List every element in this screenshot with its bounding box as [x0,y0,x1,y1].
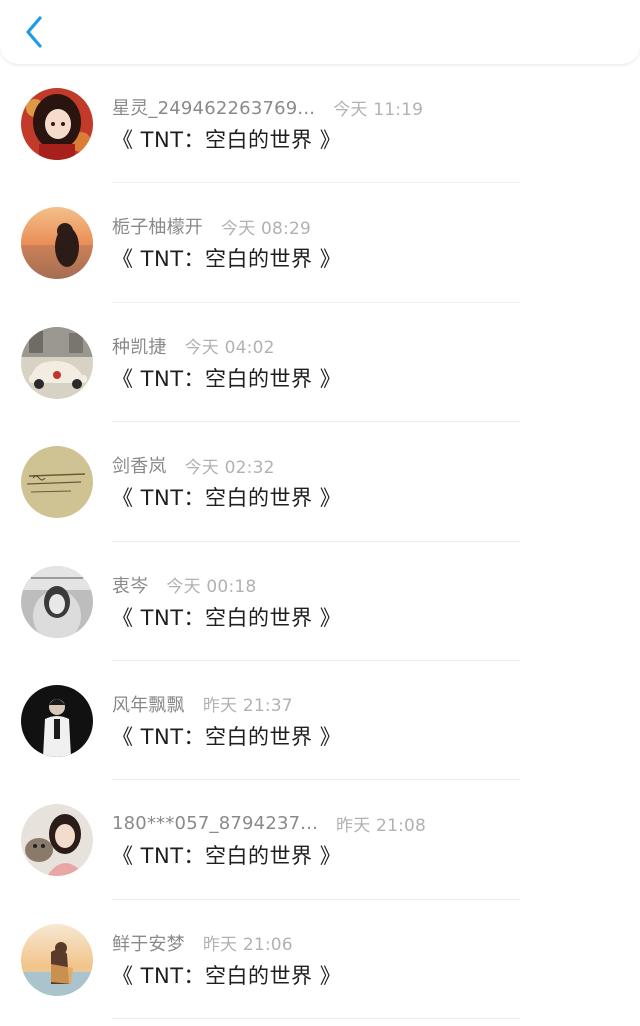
timestamp: 今天 02:32 [184,457,275,478]
timestamp: 昨天 21:37 [202,696,293,717]
name-row: 鲜于安梦 昨天 21:06 [112,930,293,956]
top-bar [0,0,640,64]
item-title: 《 TNT：空白的世界 》 [112,844,342,869]
name-row: 栀子柚檬开 今天 08:29 [112,213,311,239]
list-item[interactable]: 180***057_8794237... 昨天 21:08 《 TNT：空白的世… [0,780,640,900]
back-button[interactable] [14,10,54,54]
list-item[interactable]: 风年飘飘 昨天 21:37 《 TNT：空白的世界 》 [0,661,640,781]
user-name[interactable]: 种凯捷 [112,333,167,359]
user-list: 星灵_249462263769... 今天 11:19 《 TNT：空白的世界 … [0,64,640,1020]
timestamp: 今天 04:02 [184,338,275,359]
comment-list-page: 星灵_249462263769... 今天 11:19 《 TNT：空白的世界 … [0,0,640,1026]
avatar[interactable] [21,923,93,996]
user-name[interactable]: 180***057_8794237... [112,813,318,834]
timestamp: 今天 08:29 [221,218,311,239]
timestamp: 今天 00:18 [166,577,257,598]
avatar[interactable] [21,565,93,638]
name-row: 风年飘飘 昨天 21:37 [112,691,293,717]
avatar[interactable] [21,446,93,519]
list-item[interactable]: 栀子柚檬开 今天 08:29 《 TNT：空白的世界 》 [0,183,640,303]
name-row: 180***057_8794237... 昨天 21:08 [112,810,426,836]
timestamp: 今天 11:19 [333,99,424,120]
avatar[interactable] [21,684,93,757]
item-title: 《 TNT：空白的世界 》 [112,128,342,152]
item-title: 《 TNT：空白的世界 》 [112,724,342,749]
avatar[interactable] [21,88,93,160]
name-row: 剑香岚 今天 02:32 [112,452,275,478]
user-name[interactable]: 剑香岚 [112,452,167,478]
name-row: 星灵_249462263769... 今天 11:19 [112,94,423,120]
avatar[interactable] [21,326,93,399]
timestamp: 昨天 21:08 [336,815,427,836]
item-title: 《 TNT：空白的世界 》 [112,963,342,988]
user-name[interactable]: 栀子柚檬开 [112,213,203,239]
divider [112,1018,520,1020]
name-row: 种凯捷 今天 04:02 [112,333,275,359]
item-title: 《 TNT：空白的世界 》 [112,486,342,511]
item-title: 《 TNT：空白的世界 》 [112,247,342,272]
chevron-left-icon [26,16,42,48]
user-name[interactable]: 风年飘飘 [112,691,185,717]
list-item[interactable]: 鲜于安梦 昨天 21:06 《 TNT：空白的世界 》 [0,900,640,1020]
avatar[interactable] [21,804,93,877]
list-item[interactable]: 星灵_249462263769... 今天 11:19 《 TNT：空白的世界 … [0,64,640,184]
list-item[interactable]: 衷岑 今天 00:18 《 TNT：空白的世界 》 [0,542,640,661]
avatar[interactable] [21,207,93,280]
list-item[interactable]: 种凯捷 今天 04:02 《 TNT：空白的世界 》 [0,303,640,423]
item-title: 《 TNT：空白的世界 》 [112,605,342,630]
timestamp: 昨天 21:06 [202,935,293,956]
name-row: 衷岑 今天 00:18 [112,572,256,598]
user-name[interactable]: 衷岑 [112,572,148,598]
user-name[interactable]: 鲜于安梦 [112,930,185,956]
item-title: 《 TNT：空白的世界 》 [112,366,342,391]
user-name[interactable]: 星灵_249462263769... [112,94,315,120]
list-item[interactable]: 剑香岚 今天 02:32 《 TNT：空白的世界 》 [0,422,640,542]
